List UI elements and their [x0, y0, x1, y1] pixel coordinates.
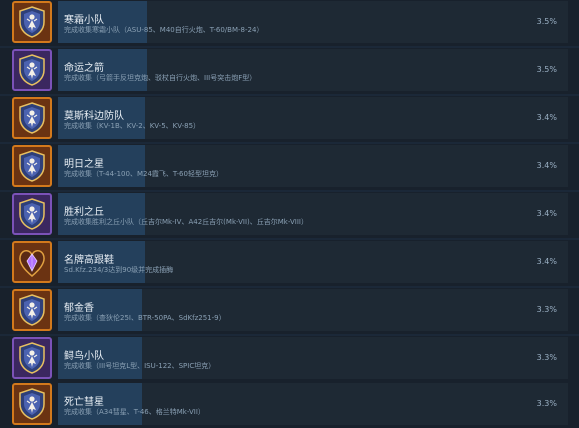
- progress-bar: [58, 193, 568, 235]
- achievement-description: 完成收集寒霜小队（ASU-85、M40自行火炮、T-60/BM-8-24）: [64, 26, 264, 34]
- achievement-row: 名牌高跟鞋 Sd.Kfz.234/3达到90级并完成插酶 3.4%: [0, 240, 579, 286]
- achievement-description: 完成收集（A34彗星、T-46、格兰特Mk-VII）: [64, 408, 205, 416]
- progress-bar: [58, 145, 568, 187]
- achievement-description: 完成收集（查狄伦25I、BTR-50PA、SdKfz251-9）: [64, 314, 226, 322]
- achievement-title: 死亡彗星: [64, 397, 104, 408]
- progress-bar: [58, 241, 568, 283]
- unlock-percentage: 3.5%: [536, 65, 557, 74]
- achievement-row: 明日之星 完成收集（T-44-100、M24霞飞、T-60轻型坦克） 3.4%: [0, 144, 579, 190]
- achievement-row: 死亡彗星 完成收集（A34彗星、T-46、格兰特Mk-VII） 3.3%: [0, 382, 579, 428]
- achievement-title: 寒霜小队: [64, 15, 104, 26]
- progress-bar: [58, 337, 568, 379]
- unlock-percentage: 3.3%: [536, 399, 557, 408]
- achievement-description: 完成收集（KV-1B、KV-2、KV-5、KV-85）: [64, 122, 201, 130]
- achievement-row: 郁金香 完成收集（查狄伦25I、BTR-50PA、SdKfz251-9） 3.3%: [0, 288, 579, 334]
- achievement-icon-frame: [12, 289, 52, 331]
- achievement-row: 寒霜小队 完成收集寒霜小队（ASU-85、M40自行火炮、T-60/BM-8-24…: [0, 0, 579, 46]
- unlock-percentage: 3.3%: [536, 353, 557, 362]
- progress-bar: [58, 383, 568, 425]
- achievement-icon-frame: [12, 383, 52, 425]
- progress-bar: [58, 97, 568, 139]
- achievement-row: 鲟鸟小队 完成收集（III号坦克L型、ISU-122、SPIC坦克） 3.3%: [0, 336, 579, 382]
- achievement-row: 胜利之丘 完成收集胜利之丘小队（丘吉尔Mk-IV、A42丘吉尔(Mk-VII)、丘…: [0, 192, 579, 238]
- achievement-description: Sd.Kfz.234/3达到90级并完成插酶: [64, 266, 174, 274]
- unlock-percentage: 3.3%: [536, 305, 557, 314]
- achievement-title: 明日之星: [64, 159, 104, 170]
- unlock-percentage: 3.4%: [536, 257, 557, 266]
- achievement-description: 完成收集胜利之丘小队（丘吉尔Mk-IV、A42丘吉尔(Mk-VII)、丘吉尔Mk…: [64, 218, 308, 226]
- achievement-title: 名牌高跟鞋: [64, 255, 114, 266]
- achievement-icon-frame: [12, 97, 52, 139]
- achievement-description: 完成收集（III号坦克L型、ISU-122、SPIC坦克）: [64, 362, 216, 370]
- achievement-description: 完成收集（弓箭手反坦克炮、驳杖自行火炮、III号突击炮F型）: [64, 74, 257, 82]
- progress-bar: [58, 1, 568, 43]
- achievement-title: 郁金香: [64, 303, 94, 314]
- achievement-icon-frame: [12, 193, 52, 235]
- achievement-title: 莫斯科边防队: [64, 111, 124, 122]
- achievement-icon-frame: [12, 145, 52, 187]
- progress-bar: [58, 289, 568, 331]
- achievement-title: 命运之箭: [64, 63, 104, 74]
- achievement-row: 莫斯科边防队 完成收集（KV-1B、KV-2、KV-5、KV-85） 3.4%: [0, 96, 579, 142]
- progress-bar: [58, 49, 568, 91]
- achievement-title: 鲟鸟小队: [64, 351, 104, 362]
- achievement-icon-frame: [12, 1, 52, 43]
- unlock-percentage: 3.4%: [536, 113, 557, 122]
- achievement-row: 命运之箭 完成收集（弓箭手反坦克炮、驳杖自行火炮、III号突击炮F型） 3.5%: [0, 48, 579, 94]
- achievement-title: 胜利之丘: [64, 207, 104, 218]
- unlock-percentage: 3.5%: [536, 17, 557, 26]
- unlock-percentage: 3.4%: [536, 209, 557, 218]
- achievement-list: 寒霜小队 完成收集寒霜小队（ASU-85、M40自行火炮、T-60/BM-8-24…: [0, 0, 579, 428]
- unlock-percentage: 3.4%: [536, 161, 557, 170]
- achievement-icon-frame: [12, 337, 52, 379]
- achievement-icon-frame: [12, 241, 52, 283]
- achievement-icon-frame: [12, 49, 52, 91]
- achievement-description: 完成收集（T-44-100、M24霞飞、T-60轻型坦克）: [64, 170, 223, 178]
